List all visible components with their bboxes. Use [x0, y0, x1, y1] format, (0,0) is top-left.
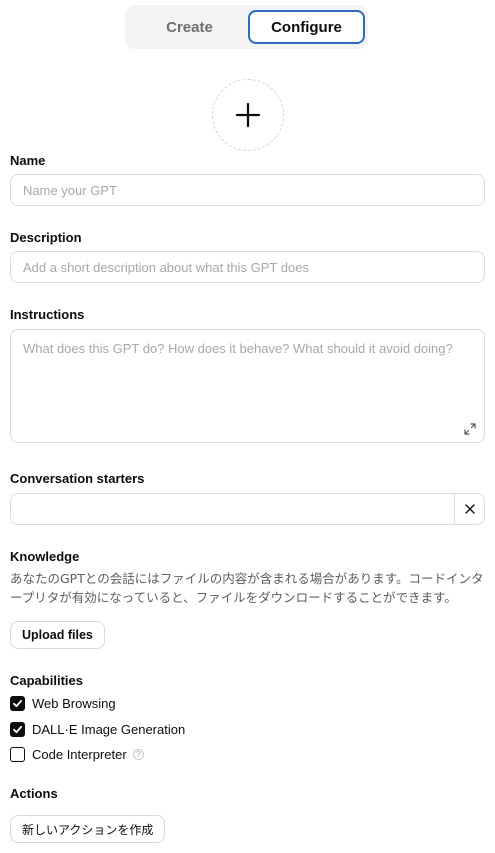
close-icon: [465, 504, 475, 514]
upload-files-button[interactable]: Upload files: [10, 621, 105, 649]
capability-code-interpreter: Code Interpreter ?: [10, 747, 144, 762]
web-browsing-checkbox[interactable]: [10, 696, 25, 711]
capabilities-label: Capabilities: [10, 673, 83, 688]
knowledge-description: あなたのGPTとの会話にはファイルの内容が含まれる場合があります。コードインター…: [10, 571, 484, 605]
description-label: Description: [10, 230, 82, 245]
name-input[interactable]: Name your GPT: [10, 174, 485, 206]
instructions-textarea[interactable]: What does this GPT do? How does it behav…: [10, 329, 485, 443]
code-interpreter-checkbox[interactable]: [10, 747, 25, 762]
capability-dalle: DALL·E Image Generation: [10, 722, 185, 737]
conversation-starter-input[interactable]: [11, 494, 454, 524]
create-action-button[interactable]: 新しいアクションを作成: [10, 815, 166, 843]
instructions-label: Instructions: [10, 307, 85, 322]
conversation-starter-row: [10, 493, 485, 525]
checkmark-icon: [13, 699, 23, 708]
web-browsing-label: Web Browsing: [32, 696, 116, 711]
knowledge-label: Knowledge: [10, 549, 80, 564]
code-interpreter-label: Code Interpreter: [32, 747, 127, 762]
plus-icon: [235, 102, 261, 128]
expand-icon[interactable]: [464, 423, 476, 435]
name-placeholder: Name your GPT: [23, 182, 117, 198]
clear-starter-button[interactable]: [455, 494, 485, 524]
actions-label: Actions: [10, 786, 58, 801]
name-label: Name: [10, 153, 46, 168]
description-placeholder: Add a short description about what this …: [23, 259, 309, 275]
tab-create[interactable]: Create: [131, 11, 248, 43]
capability-web-browsing: Web Browsing: [10, 696, 116, 711]
dalle-checkbox[interactable]: [10, 722, 25, 737]
dalle-label: DALL·E Image Generation: [32, 722, 186, 737]
avatar-upload-button[interactable]: [212, 79, 284, 151]
description-input[interactable]: Add a short description about what this …: [10, 251, 485, 283]
tab-configure[interactable]: Configure: [248, 10, 365, 44]
instructions-placeholder: What does this GPT do? How does it behav…: [23, 341, 453, 356]
mode-tabs: Create Configure: [125, 5, 368, 49]
help-icon[interactable]: ?: [132, 749, 144, 760]
conversation-starters-label: Conversation starters: [10, 471, 145, 486]
checkmark-icon: [13, 725, 23, 734]
